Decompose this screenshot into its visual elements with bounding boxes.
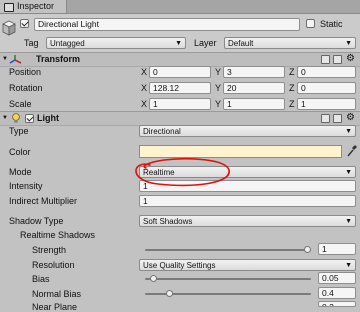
preset-icon[interactable] — [333, 114, 342, 123]
type-value: Directional — [143, 127, 181, 136]
static-checkbox[interactable] — [306, 19, 315, 28]
light-bulb-icon — [12, 113, 20, 123]
layer-label: Layer — [194, 38, 217, 48]
scale-y-field[interactable]: 1 — [223, 98, 285, 110]
position-label: Position — [9, 67, 42, 77]
normal-bias-slider-knob[interactable] — [165, 290, 173, 297]
axis-x-label: X — [141, 83, 148, 93]
normal-bias-label: Normal Bias — [32, 289, 82, 299]
chevron-down-icon: ▼ — [175, 40, 182, 47]
position-x-field[interactable]: 0 — [149, 66, 211, 78]
axis-x-label: X — [141, 99, 148, 109]
shadow-type-label: Shadow Type — [9, 216, 64, 226]
mode-dropdown[interactable]: Realtime ▼ — [139, 166, 356, 178]
shadow-type-dropdown[interactable]: Soft Shadows ▼ — [139, 215, 356, 227]
type-label: Type — [9, 126, 29, 136]
foldout-arrow-icon[interactable]: ▼ — [2, 56, 8, 62]
strength-slider[interactable] — [145, 249, 311, 251]
tag-dropdown[interactable]: Untagged ▼ — [46, 37, 186, 49]
realtime-shadows-label: Realtime Shadows — [20, 230, 96, 240]
position-y-field[interactable]: 3 — [223, 66, 285, 78]
transform-title: Transform — [36, 54, 81, 64]
indirect-multiplier-label: Indirect Multiplier — [9, 196, 78, 206]
transform-axes-icon — [9, 55, 22, 64]
type-dropdown[interactable]: Directional ▼ — [139, 125, 356, 137]
light-enabled-checkbox[interactable] — [25, 114, 34, 123]
rotation-y-field[interactable]: 20 — [223, 82, 285, 94]
mode-value: Realtime — [143, 168, 175, 177]
near-plane-label: Near Plane — [32, 302, 78, 312]
rotation-x-field[interactable]: 128.12 — [149, 82, 211, 94]
normal-bias-field[interactable]: 0.4 — [318, 287, 356, 299]
reference-icon[interactable] — [321, 114, 330, 123]
tag-value: Untagged — [50, 39, 85, 48]
bias-slider[interactable] — [145, 278, 311, 280]
chevron-down-icon: ▼ — [345, 128, 352, 135]
settings-gear-icon[interactable]: ⚙ — [346, 53, 355, 64]
shadow-type-value: Soft Shadows — [143, 217, 193, 226]
position-z-field[interactable]: 0 — [297, 66, 356, 78]
light-title: Light — [37, 113, 59, 123]
strength-label: Strength — [32, 245, 67, 255]
resolution-dropdown[interactable]: Use Quality Settings ▼ — [139, 259, 356, 271]
rotation-z-field[interactable]: 0 — [297, 82, 356, 94]
color-swatch[interactable] — [139, 145, 342, 158]
inspector-tab[interactable]: Inspector — [0, 0, 67, 13]
strength-field[interactable]: 1 — [318, 243, 356, 255]
chevron-down-icon: ▼ — [345, 262, 352, 269]
bias-field[interactable]: 0.05 — [318, 272, 356, 284]
layer-dropdown[interactable]: Default ▼ — [224, 37, 356, 49]
inspector-tab-label: Inspector — [17, 1, 55, 11]
foldout-arrow-icon[interactable]: ▼ — [2, 115, 8, 121]
axis-z-label: Z — [289, 67, 295, 77]
resolution-label: Resolution — [32, 260, 75, 270]
scale-label: Scale — [9, 99, 32, 109]
eyedropper-icon[interactable] — [346, 144, 358, 158]
chevron-down-icon: ▼ — [345, 218, 352, 225]
preset-icon[interactable] — [333, 55, 342, 64]
axis-x-label: X — [141, 67, 148, 77]
near-plane-field[interactable]: 0.2 — [318, 301, 356, 307]
intensity-label: Intensity — [9, 181, 43, 191]
axis-y-label: Y — [215, 83, 222, 93]
rotation-label: Rotation — [9, 83, 43, 93]
gameobject-cube-icon — [2, 20, 16, 36]
color-label: Color — [9, 147, 31, 157]
bias-label: Bias — [32, 274, 50, 284]
static-label: Static — [320, 19, 343, 29]
reference-icon[interactable] — [321, 55, 330, 64]
active-checkbox[interactable] — [20, 19, 29, 28]
object-name-field[interactable]: Directional Light — [34, 18, 300, 31]
strength-slider-knob[interactable] — [304, 246, 311, 253]
inspector-icon — [4, 3, 14, 12]
resolution-value: Use Quality Settings — [143, 261, 216, 270]
scale-z-field[interactable]: 1 — [297, 98, 356, 110]
mode-label: Mode — [9, 167, 32, 177]
scale-x-field[interactable]: 1 — [149, 98, 211, 110]
chevron-down-icon: ▼ — [345, 169, 352, 176]
bias-slider-knob[interactable] — [149, 275, 157, 282]
axis-z-label: Z — [289, 83, 295, 93]
axis-z-label: Z — [289, 99, 295, 109]
tag-label: Tag — [24, 38, 39, 48]
axis-y-label: Y — [215, 67, 222, 77]
indirect-multiplier-field[interactable]: 1 — [139, 195, 356, 207]
chevron-down-icon: ▼ — [345, 40, 352, 47]
settings-gear-icon[interactable]: ⚙ — [346, 112, 355, 123]
intensity-field[interactable]: 1 — [139, 180, 356, 192]
layer-value: Default — [228, 39, 254, 48]
axis-y-label: Y — [215, 99, 222, 109]
